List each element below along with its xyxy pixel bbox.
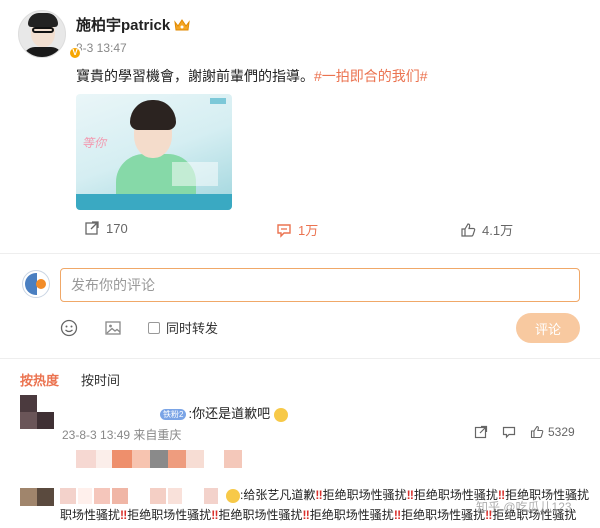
post-hashtag[interactable]: #一拍即合的我们# bbox=[314, 68, 428, 84]
repost-count: 170 bbox=[106, 220, 128, 236]
thumbs-up-icon bbox=[461, 222, 476, 237]
tab-sort-hot[interactable]: 按热度 bbox=[20, 370, 59, 389]
composer-tools: 同时转发 bbox=[60, 318, 218, 337]
repost-icon[interactable] bbox=[474, 425, 488, 439]
repost-icon bbox=[85, 221, 99, 235]
submit-comment-button[interactable]: 评论 bbox=[516, 313, 580, 343]
blurred-reply-strip bbox=[76, 450, 242, 468]
blurred-username bbox=[60, 488, 218, 504]
comment-button[interactable]: 1万 bbox=[276, 220, 318, 239]
repost-checkbox-label[interactable]: 同时转发 bbox=[166, 318, 218, 337]
image-script-text: 等你 bbox=[82, 136, 107, 150]
commenter-avatar[interactable] bbox=[20, 488, 54, 506]
comment-actions: 5329 bbox=[474, 425, 575, 439]
commenter-avatar[interactable] bbox=[20, 395, 54, 429]
verified-badge-icon: V bbox=[68, 46, 82, 60]
post-body: 寶貴的學習機會，謝謝前輩們的指導。 bbox=[76, 68, 314, 84]
comment-meta: 23-8-3 13:49 来自重庆 bbox=[62, 428, 182, 442]
repost-checkbox[interactable] bbox=[148, 321, 160, 334]
current-user-avatar[interactable] bbox=[22, 270, 50, 298]
comment-phrase: 拒绝职场性骚扰 bbox=[309, 508, 394, 522]
tab-sort-time[interactable]: 按时间 bbox=[81, 370, 120, 389]
thumbs-up-icon bbox=[530, 425, 544, 439]
comment-body: :给张艺凡道歉 bbox=[240, 488, 316, 502]
emoji-icon bbox=[226, 488, 240, 503]
comment-phrase: 拒绝职场性骚扰 bbox=[401, 508, 486, 522]
comment-icon[interactable] bbox=[502, 425, 516, 439]
comment-phrase: 拒绝职场性骚扰 bbox=[218, 508, 303, 522]
post-timestamp[interactable]: 8-3 13:47 bbox=[76, 41, 190, 55]
emoji-icon[interactable] bbox=[60, 319, 78, 337]
divider bbox=[0, 358, 600, 359]
post-header: V 施柏宇patrick 8-3 13:47 bbox=[18, 10, 190, 60]
post-action-bar: 170 1万 4.1万 bbox=[80, 220, 520, 240]
like-button[interactable]: 4.1万 bbox=[460, 220, 513, 239]
sweat-emoji-icon bbox=[273, 407, 288, 422]
comment-phrase: 职场性骚扰 bbox=[60, 508, 121, 522]
comment-text: 铁粉2:你还是道歉吧 bbox=[160, 403, 288, 422]
comment-body: :你还是道歉吧 bbox=[188, 406, 271, 421]
comment-phrase: 拒绝职场性骚扰 bbox=[127, 508, 212, 522]
author-name[interactable]: 施柏宇patrick bbox=[76, 14, 170, 35]
image-logo bbox=[210, 98, 226, 104]
post-text: 寶貴的學習機會，謝謝前輩們的指導。#一拍即合的我们# bbox=[76, 66, 428, 86]
comment-sort-tabs: 按热度 按时间 bbox=[20, 370, 120, 389]
divider bbox=[0, 253, 600, 254]
comment-icon bbox=[277, 223, 291, 238]
comment-input[interactable] bbox=[60, 268, 580, 302]
comment-phrase: 拒绝职场性骚扰 bbox=[322, 488, 407, 502]
comment-like-count: 5329 bbox=[548, 425, 575, 439]
post-image[interactable]: 等你 bbox=[76, 94, 232, 210]
image-upload-icon[interactable] bbox=[104, 319, 122, 337]
comment-count: 1万 bbox=[298, 223, 319, 238]
crown-icon bbox=[174, 18, 190, 30]
repost-button[interactable]: 170 bbox=[84, 220, 128, 236]
watermark: 知乎 @吃瓜儿123 bbox=[476, 500, 572, 514]
comment-like-button[interactable]: 5329 bbox=[530, 425, 575, 439]
author-avatar[interactable] bbox=[18, 10, 66, 58]
like-count: 4.1万 bbox=[482, 223, 514, 238]
fan-badge: 铁粉2 bbox=[160, 409, 187, 421]
